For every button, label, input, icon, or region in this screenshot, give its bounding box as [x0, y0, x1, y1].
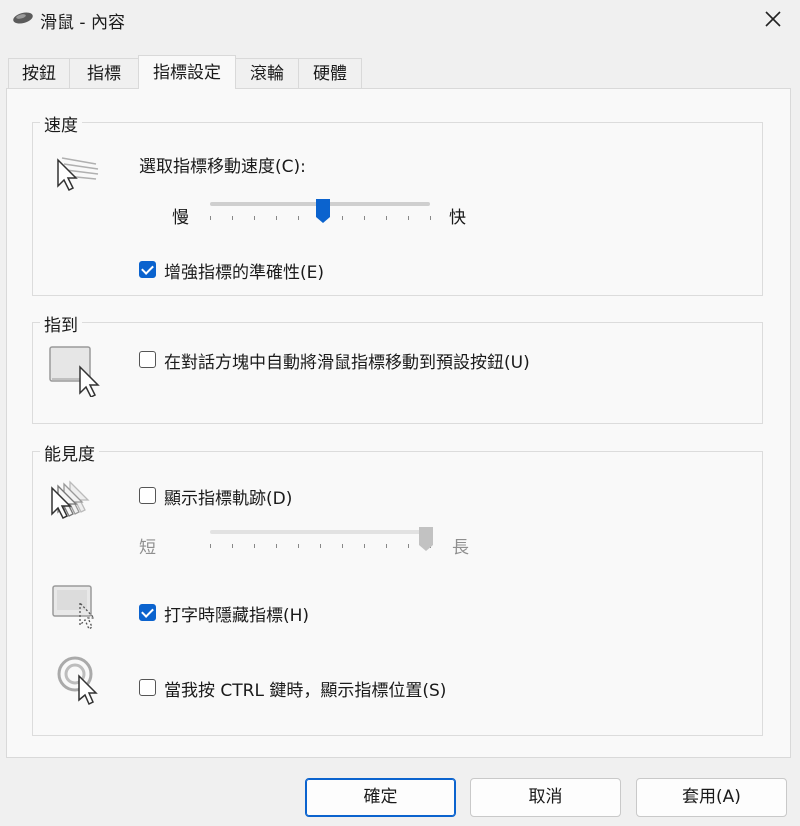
tab-wheel[interactable]: 滾輪 — [235, 58, 299, 88]
cancel-button[interactable]: 取消 — [470, 778, 621, 817]
short-label: 短 — [139, 538, 156, 558]
hide-while-typing-icon — [50, 583, 102, 631]
slider-tick — [386, 544, 387, 548]
slider-tick — [254, 216, 255, 220]
slider-tick — [232, 216, 233, 220]
ok-button[interactable]: 確定 — [305, 778, 456, 817]
tab-buttons[interactable]: 按鈕 — [8, 58, 70, 88]
title-bar: 滑鼠 - 內容 — [0, 0, 800, 38]
slider-tick — [276, 544, 277, 548]
tab-hardware[interactable]: 硬體 — [298, 58, 362, 88]
show-location-label: 當我按 CTRL 鍵時，顯示指標位置(S) — [164, 681, 447, 701]
long-label: 長 — [452, 538, 469, 558]
slider-tick — [298, 544, 299, 548]
speed-slider-thumb[interactable] — [315, 198, 331, 224]
speed-group-title: 速度 — [40, 111, 82, 136]
slow-label: 慢 — [172, 208, 189, 228]
pointer-location-icon — [55, 654, 105, 706]
snap-to-icon — [48, 345, 104, 397]
trails-slider-track — [210, 530, 430, 534]
slider-tick — [364, 216, 365, 220]
slider-tick — [408, 544, 409, 548]
slider-tick — [342, 216, 343, 220]
pointer-trails-icon — [48, 478, 104, 526]
trails-slider-thumb[interactable] — [418, 526, 434, 552]
snap-to-default-label: 在對話方塊中自動將滑鼠指標移動到預設按鈕(U) — [164, 353, 530, 373]
tab-pointer-options[interactable]: 指標設定 — [138, 55, 236, 89]
visibility-group-title: 能見度 — [40, 440, 99, 465]
slider-tick — [254, 544, 255, 548]
close-icon[interactable] — [762, 8, 784, 30]
window-title: 滑鼠 - 內容 — [40, 13, 125, 33]
slider-tick — [430, 216, 431, 220]
pointer-speed-slider[interactable] — [210, 195, 431, 231]
mouse-app-icon — [12, 11, 34, 25]
enhance-precision-checkbox[interactable] — [139, 261, 156, 278]
slider-tick — [210, 544, 211, 548]
slider-tick — [320, 544, 321, 548]
snap-to-group — [32, 322, 763, 424]
slider-tick — [210, 216, 211, 220]
apply-button[interactable]: 套用(A) — [636, 778, 787, 817]
pointer-trails-label: 顯示指標軌跡(D) — [164, 489, 293, 509]
hide-while-typing-checkbox[interactable] — [139, 604, 156, 621]
pointer-speed-label: 選取指標移動速度(C): — [139, 157, 306, 177]
hide-while-typing-label: 打字時隱藏指標(H) — [164, 606, 310, 626]
fast-label: 快 — [449, 208, 466, 228]
slider-tick — [342, 544, 343, 548]
enhance-precision-label: 增強指標的準確性(E) — [164, 263, 325, 283]
slider-tick — [408, 216, 409, 220]
snap-to-default-checkbox[interactable] — [139, 351, 156, 368]
slider-tick — [276, 216, 277, 220]
pointer-speed-icon — [52, 150, 102, 194]
pointer-trails-slider[interactable] — [210, 521, 433, 557]
snap-to-group-title: 指到 — [40, 311, 82, 336]
tab-pointers[interactable]: 指標 — [69, 58, 139, 88]
slider-tick — [232, 544, 233, 548]
show-location-checkbox[interactable] — [139, 679, 156, 696]
slider-tick — [386, 216, 387, 220]
slider-tick — [364, 544, 365, 548]
pointer-trails-checkbox[interactable] — [139, 487, 156, 504]
slider-tick — [298, 216, 299, 220]
